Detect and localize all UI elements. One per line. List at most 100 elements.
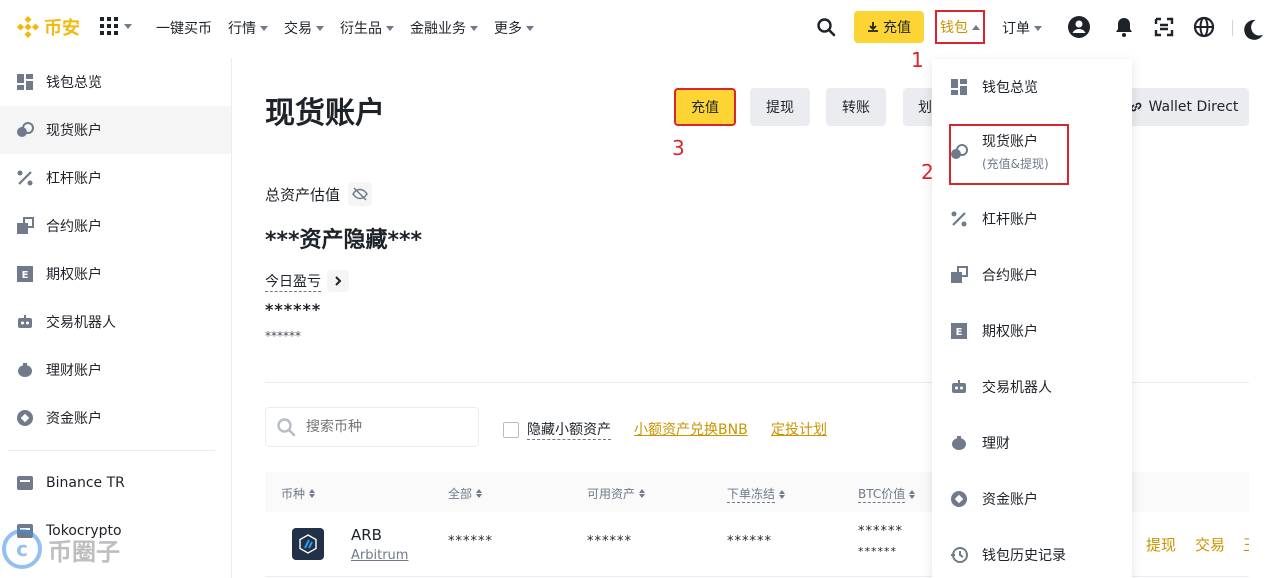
convert-bnb-link[interactable]: 小额资产兑换BNB xyxy=(634,419,748,439)
chevron-down-icon xyxy=(470,25,478,31)
orders-menu[interactable]: 订单 xyxy=(1002,18,1042,38)
robot-icon xyxy=(952,380,966,393)
svg-text:E: E xyxy=(956,327,963,338)
funding-icon xyxy=(951,491,967,507)
available-value: ****** xyxy=(587,534,632,549)
trade-link[interactable]: 交易 xyxy=(1195,534,1225,555)
hide-small-checkbox[interactable] xyxy=(503,421,519,438)
chevron-down-icon xyxy=(124,23,132,29)
deposit-button[interactable]: 充值 xyxy=(854,11,924,43)
search-icon[interactable] xyxy=(816,17,836,37)
coin-search[interactable] xyxy=(265,407,479,447)
dropdown-item-margin[interactable]: 杠杆账户 xyxy=(932,209,1132,229)
coins-icon xyxy=(17,122,34,137)
nav-buy-crypto[interactable]: 一键买币 xyxy=(156,18,212,38)
nav-more[interactable]: 更多 xyxy=(494,18,534,38)
hide-small-assets[interactable]: 隐藏小额资产 xyxy=(503,419,611,440)
bell-icon[interactable] xyxy=(1112,15,1136,39)
download-app-icon[interactable] xyxy=(1152,15,1176,39)
btc-value: ****** xyxy=(858,524,903,539)
percent-icon xyxy=(17,170,33,186)
pnl-details-button[interactable] xyxy=(327,270,349,292)
col-in-order[interactable]: 下单冻结 xyxy=(727,485,786,503)
wallet-direct-button[interactable]: Wallet Direct xyxy=(1118,88,1249,126)
watermark: c 币圈子 xyxy=(0,520,150,578)
search-input[interactable] xyxy=(306,419,456,435)
options-icon: E xyxy=(951,323,967,339)
balance-value: ***资产隐藏*** xyxy=(265,228,423,253)
options-icon: E xyxy=(17,266,33,282)
logo[interactable]: 币安 xyxy=(16,14,80,40)
nav-markets[interactable]: 行情 xyxy=(228,18,268,38)
sort-icon xyxy=(476,489,483,498)
pnl-label: 今日盈亏 xyxy=(265,270,349,292)
annotation-3: 3 xyxy=(672,136,685,160)
dropdown-item-funding[interactable]: 资金账户 xyxy=(932,489,1132,509)
coin-symbol: ARB xyxy=(351,526,382,544)
deposit-action-button[interactable]: 充值 xyxy=(674,88,736,126)
chevron-down-icon xyxy=(526,25,534,31)
more-link[interactable]: 王 xyxy=(1243,534,1249,555)
sidebar-item-overview[interactable]: 钱包总览 xyxy=(0,58,231,106)
nav-derivatives[interactable]: 衍生品 xyxy=(340,18,394,38)
transfer-action-button[interactable]: 转账 xyxy=(826,88,886,126)
piggy-bank-icon xyxy=(952,436,966,450)
arb-logo-icon xyxy=(292,528,324,560)
sidebar-item-spot[interactable]: 现货账户 xyxy=(0,106,231,154)
dropdown-item-futures[interactable]: 合约账户 xyxy=(932,265,1132,285)
wallet-menu-button[interactable]: 钱包 xyxy=(935,10,985,44)
annotation-highlight-spot xyxy=(949,124,1069,185)
usd-value: ****** xyxy=(858,545,897,558)
col-total[interactable]: 全部 xyxy=(448,485,483,502)
binance-logo-icon xyxy=(16,15,40,39)
dropdown-item-bots[interactable]: 交易机器人 xyxy=(932,377,1132,397)
percent-icon xyxy=(951,211,967,227)
sidebar-item-futures[interactable]: 合约账户 xyxy=(0,202,231,250)
pnl-percent: ****** xyxy=(265,329,301,343)
robot-icon xyxy=(18,315,32,328)
sidebar-item-margin[interactable]: 杠杆账户 xyxy=(0,154,231,202)
col-btc-value[interactable]: BTC价值 xyxy=(858,485,916,503)
auto-invest-link[interactable]: 定投计划 xyxy=(771,419,827,439)
chevron-down-icon xyxy=(316,25,324,31)
dropdown-item-overview[interactable]: 钱包总览 xyxy=(932,77,1132,97)
main-menu: 一键买币 行情 交易 衍生品 金融业务 更多 xyxy=(156,18,550,38)
annotation-2: 2 xyxy=(921,160,934,184)
history-icon xyxy=(951,547,968,563)
sidebar-item-binance-tr[interactable]: Binance TR xyxy=(0,459,231,507)
withdraw-link[interactable]: 提现 xyxy=(1146,534,1176,555)
dashboard-icon xyxy=(17,74,33,90)
nav-finance[interactable]: 金融业务 xyxy=(410,18,478,38)
user-icon[interactable] xyxy=(1067,15,1091,39)
dark-mode-icon[interactable] xyxy=(1241,18,1265,42)
apps-menu[interactable] xyxy=(100,17,132,35)
col-coin[interactable]: 币种 xyxy=(281,485,316,502)
globe-icon[interactable] xyxy=(1192,15,1216,39)
chevron-up-icon xyxy=(972,24,980,30)
coin-name-link[interactable]: Arbitrum xyxy=(351,548,408,563)
pnl-value: ****** xyxy=(265,300,322,319)
total-value: ****** xyxy=(448,534,493,549)
sidebar-item-options[interactable]: E 期权账户 xyxy=(0,250,231,298)
watermark-logo-icon: c xyxy=(2,529,42,569)
sort-icon xyxy=(309,489,316,498)
nav-trade[interactable]: 交易 xyxy=(284,18,324,38)
sidebar-item-earn[interactable]: 理财账户 xyxy=(0,346,231,394)
dropdown-item-options[interactable]: E 期权账户 xyxy=(932,321,1132,341)
futures-icon xyxy=(17,217,34,234)
search-icon xyxy=(277,418,296,437)
chevron-down-icon xyxy=(386,25,394,31)
sidebar-item-funding[interactable]: 资金账户 xyxy=(0,394,231,442)
sidebar-divider xyxy=(8,450,215,451)
dropdown-item-history[interactable]: 钱包历史记录 xyxy=(932,545,1132,565)
eye-off-icon xyxy=(352,187,368,201)
sidebar-item-bots[interactable]: 交易机器人 xyxy=(0,298,231,346)
annotation-1: 1 xyxy=(911,48,924,72)
funding-icon xyxy=(17,410,33,426)
dropdown-item-earn[interactable]: 理财 xyxy=(932,433,1132,453)
futures-icon xyxy=(951,266,968,283)
page-title: 现货账户 xyxy=(265,96,385,131)
withdraw-action-button[interactable]: 提现 xyxy=(750,88,810,126)
col-available[interactable]: 可用资产 xyxy=(587,485,646,502)
hide-balance-toggle[interactable] xyxy=(348,182,373,206)
